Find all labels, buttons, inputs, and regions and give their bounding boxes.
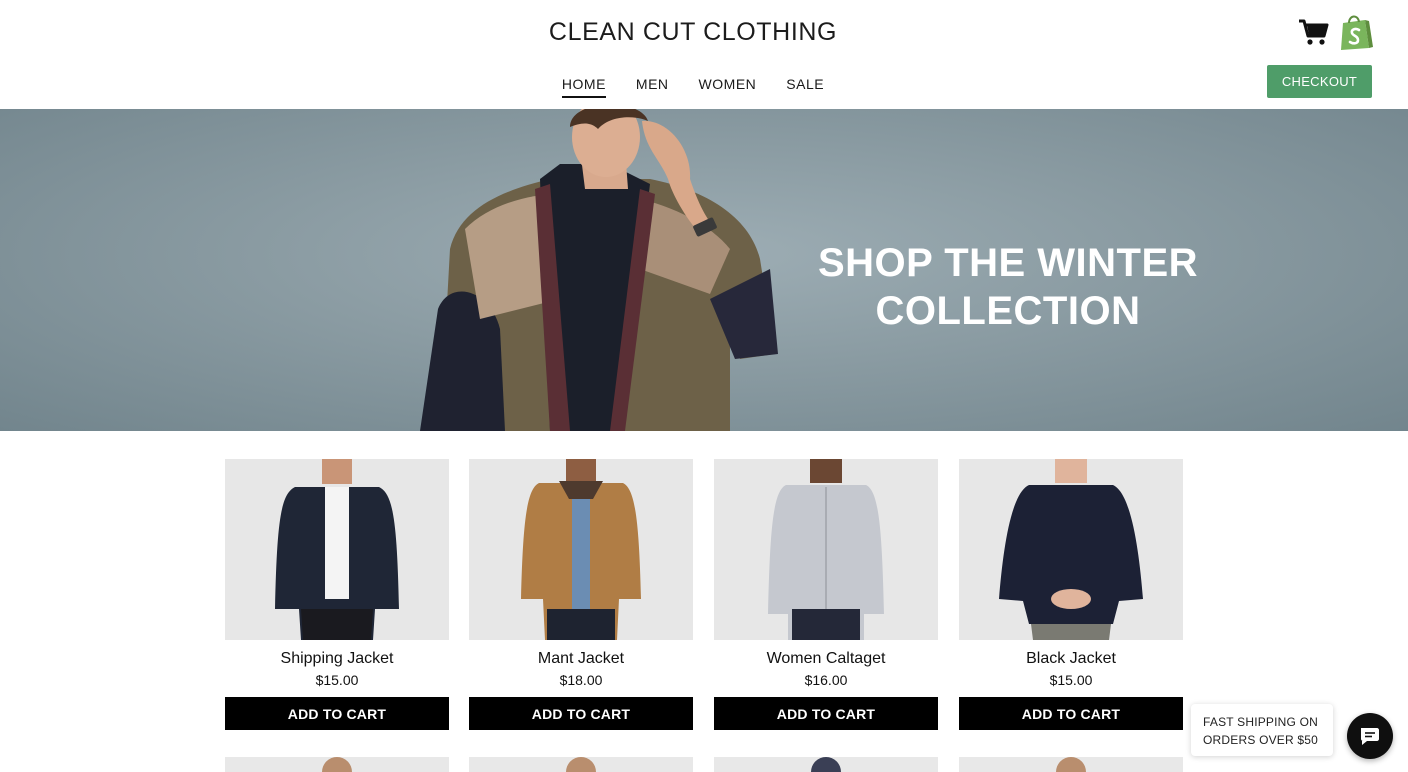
- main-nav: HOME MEN WOMEN SALE: [0, 76, 1386, 98]
- nav-item-sale[interactable]: SALE: [786, 76, 824, 98]
- product-image[interactable]: [959, 459, 1183, 640]
- product-price: $18.00: [559, 672, 603, 688]
- shopify-bag-icon[interactable]: [1338, 13, 1374, 51]
- product-name[interactable]: Women Caltaget: [714, 650, 938, 668]
- product-name[interactable]: Black Jacket: [959, 650, 1183, 668]
- nav-item-home[interactable]: HOME: [561, 76, 606, 98]
- store-title[interactable]: CLEAN CUT CLOTHING: [0, 18, 1386, 47]
- hero-heading-line-2: COLLECTION: [875, 289, 1141, 333]
- chat-button[interactable]: [1347, 713, 1393, 759]
- checkout-button[interactable]: CHECKOUT: [1267, 65, 1372, 98]
- add-to-cart-button[interactable]: ADD TO CART: [714, 697, 938, 730]
- hero-heading-line-1: SHOP THE WINTER: [817, 241, 1199, 285]
- site-header: CLEAN CUT CLOTHING HOME MEN WOMEN SALE C…: [0, 0, 1408, 109]
- product-card[interactable]: Black Jacket $15.00 ADD TO CART: [959, 459, 1183, 730]
- product-name[interactable]: Mant Jacket: [469, 650, 693, 668]
- product-image[interactable]: [469, 459, 693, 640]
- chat-icon: [1361, 728, 1379, 745]
- shipping-notice: FAST SHIPPING ON ORDERS OVER $50: [1191, 704, 1333, 756]
- product-price: $15.00: [1049, 672, 1093, 688]
- hero-heading[interactable]: SHOP THE WINTER COLLECTION: [808, 239, 1208, 335]
- product-card[interactable]: Women Caltaget $16.00 ADD TO CART: [714, 459, 938, 730]
- add-to-cart-button[interactable]: ADD TO CART: [469, 697, 693, 730]
- shipping-notice-line-1: FAST SHIPPING ON: [1203, 715, 1319, 729]
- add-to-cart-button[interactable]: ADD TO CART: [225, 697, 449, 730]
- cart-icon[interactable]: [1298, 17, 1330, 47]
- product-image-partial[interactable]: [959, 757, 1183, 772]
- nav-item-women[interactable]: WOMEN: [699, 76, 757, 98]
- add-to-cart-button[interactable]: ADD TO CART: [959, 697, 1183, 730]
- product-name[interactable]: Shipping Jacket: [225, 650, 449, 668]
- product-price: $16.00: [804, 672, 848, 688]
- product-image-partial[interactable]: [714, 757, 938, 772]
- nav-item-men[interactable]: MEN: [636, 76, 669, 98]
- product-image-partial[interactable]: [225, 757, 449, 772]
- hero-model-image: [420, 109, 778, 431]
- product-card[interactable]: Mant Jacket $18.00 ADD TO CART: [469, 459, 693, 730]
- product-image[interactable]: [225, 459, 449, 640]
- product-card[interactable]: Shipping Jacket $15.00 ADD TO CART: [225, 459, 449, 730]
- product-image[interactable]: [714, 459, 938, 640]
- shipping-notice-line-2: ORDERS OVER $50: [1203, 733, 1319, 747]
- product-price: $15.00: [315, 672, 359, 688]
- product-image-partial[interactable]: [469, 757, 693, 772]
- hero-banner[interactable]: SHOP THE WINTER COLLECTION: [0, 109, 1408, 431]
